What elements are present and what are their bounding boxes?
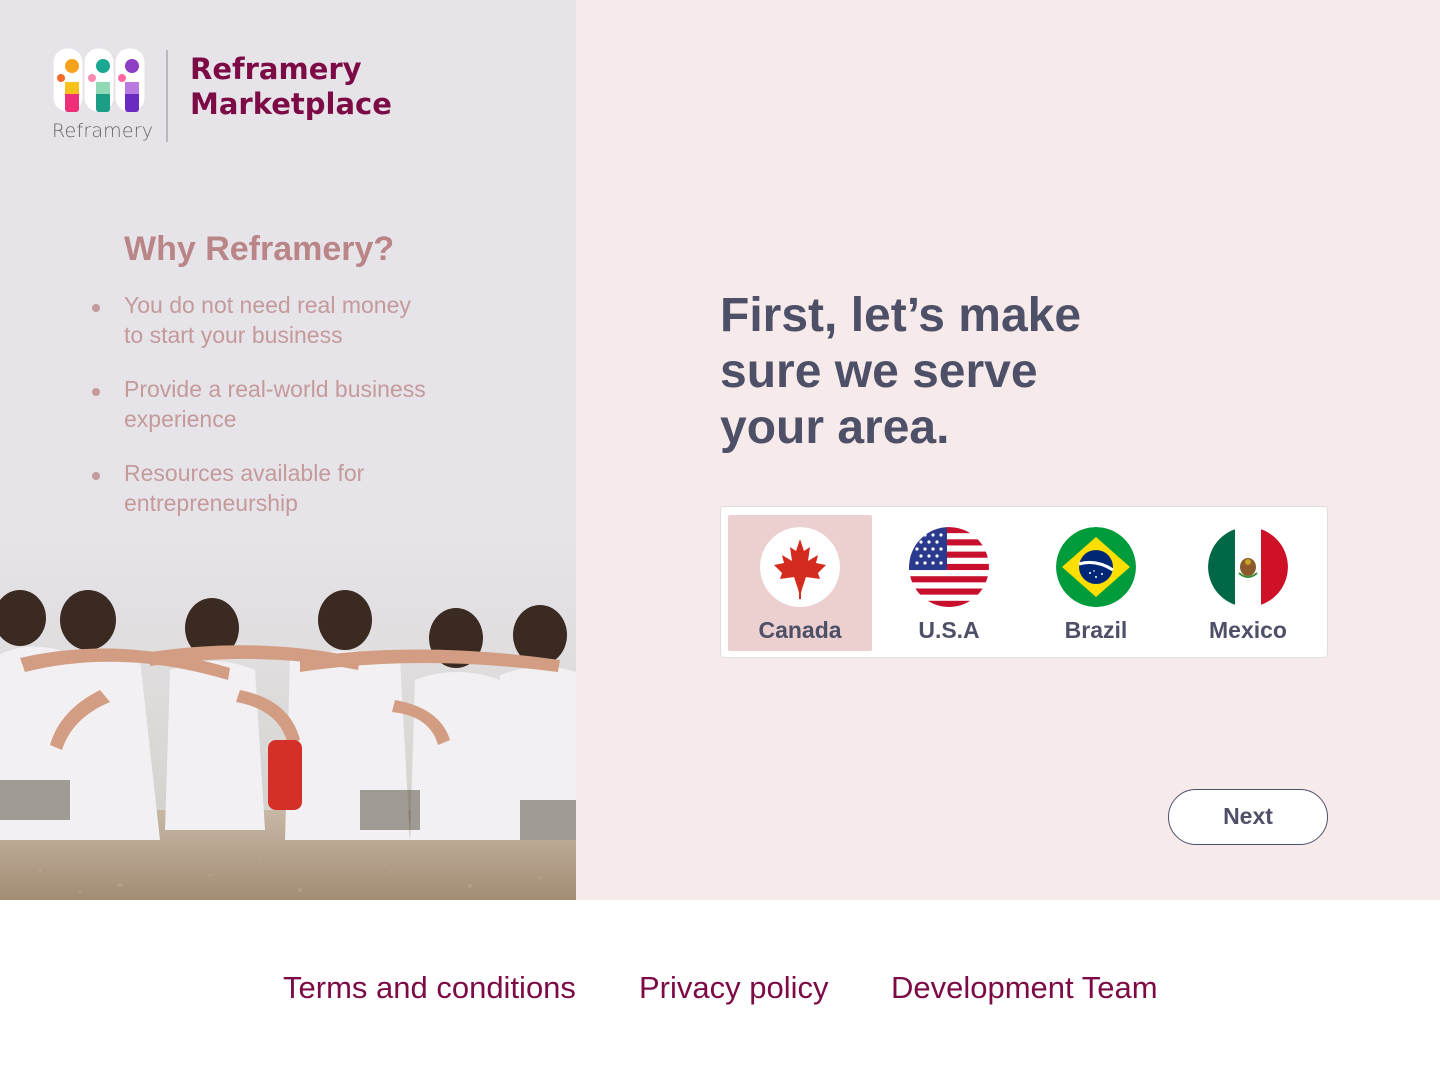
usa-flag-icon (909, 527, 989, 607)
country-label: Canada (758, 617, 842, 643)
brand-header: Reframery Reframery Marketplace (52, 44, 392, 144)
headline-line: sure we serve (720, 345, 1038, 398)
right-panel: First, let’s make sure we serve your are… (576, 0, 1440, 900)
brazil-flag-icon (1056, 527, 1136, 607)
why-item-line: Resources available for (124, 460, 365, 486)
group-photo (0, 540, 576, 900)
footer: Terms and conditions Privacy policy Deve… (0, 900, 1440, 1080)
why-item: Provide a real-world business experience (90, 374, 490, 434)
brand-name: Reframery Marketplace (190, 52, 392, 122)
reframery-logo[interactable]: Reframery (52, 44, 153, 144)
development-team-link[interactable]: Development Team (891, 970, 1158, 1006)
why-item-line: Provide a real-world business (124, 376, 426, 402)
mexico-flag-icon (1208, 527, 1288, 607)
country-option-brazil[interactable]: Brazil (1024, 515, 1168, 651)
headline-line: your area. (720, 401, 950, 454)
why-item-line: experience (124, 406, 237, 432)
page: Reframery Reframery Marketplace Why Refr… (0, 0, 1440, 1080)
why-item: Resources available for entrepreneurship (90, 458, 490, 518)
brand-name-line2: Marketplace (190, 87, 392, 121)
why-item-line: entrepreneurship (124, 490, 298, 516)
reframery-logo-icon (52, 47, 146, 113)
canada-flag-icon (760, 527, 840, 607)
privacy-link[interactable]: Privacy policy (639, 970, 829, 1006)
next-button[interactable]: Next (1168, 789, 1328, 845)
why-title: Why Reframery? (124, 230, 395, 268)
terms-link[interactable]: Terms and conditions (283, 970, 576, 1006)
country-option-canada[interactable]: Canada (728, 515, 872, 651)
why-item: You do not need real money to start your… (90, 290, 490, 350)
country-label: Brazil (1064, 617, 1128, 643)
brand-divider (166, 50, 168, 142)
country-selector: Canada U.S.A Brazil Mexico (720, 506, 1328, 658)
country-label: Mexico (1209, 617, 1287, 643)
why-list: You do not need real money to start your… (90, 290, 490, 542)
page-title: First, let’s make sure we serve your are… (720, 288, 1140, 456)
country-option-mexico[interactable]: Mexico (1176, 515, 1320, 651)
country-option-usa[interactable]: U.S.A (877, 515, 1021, 651)
left-panel: Reframery Reframery Marketplace Why Refr… (0, 0, 576, 900)
country-label: U.S.A (918, 617, 980, 643)
headline-line: First, let’s make (720, 289, 1082, 342)
why-item-line: to start your business (124, 322, 343, 348)
brand-name-line1: Reframery (190, 52, 362, 86)
why-item-line: You do not need real money (124, 292, 411, 318)
logo-wordmark: Reframery (52, 120, 154, 142)
